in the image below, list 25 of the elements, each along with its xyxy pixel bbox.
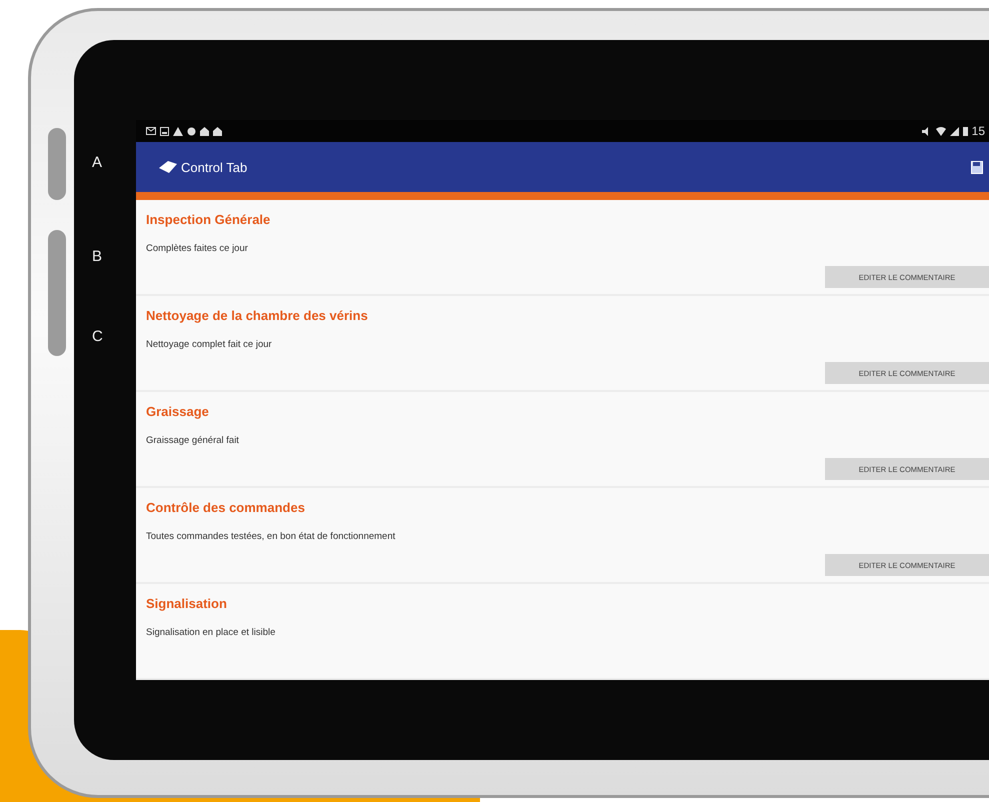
app-logo-icon bbox=[158, 159, 178, 176]
app-title: Control Tab bbox=[181, 160, 248, 175]
side-key bbox=[48, 128, 66, 200]
comment-text: Graissage général fait bbox=[146, 435, 240, 446]
warning-icon bbox=[173, 126, 183, 136]
key-label: B bbox=[92, 249, 103, 265]
section-title: Nettoyage de la chambre des vérins bbox=[146, 308, 369, 323]
section-title: Contrôle des commandes bbox=[146, 500, 306, 515]
circle-icon bbox=[187, 126, 196, 136]
status-time: 15 bbox=[972, 124, 985, 138]
section-title: Signalisation bbox=[146, 596, 228, 611]
comment-text: Nettoyage complet fait ce jour bbox=[146, 339, 273, 350]
section-title: Inspection Générale bbox=[146, 212, 272, 227]
comment-text: Complètes faites ce jour bbox=[146, 243, 249, 254]
signal-icon bbox=[950, 126, 959, 136]
key-label: C bbox=[92, 329, 103, 345]
save-icon[interactable] bbox=[971, 160, 983, 174]
section-title: Graissage bbox=[146, 404, 210, 419]
comment-text: Signalisation en place et lisible bbox=[146, 627, 276, 638]
battery-icon bbox=[962, 126, 968, 136]
image-icon bbox=[160, 126, 169, 136]
comment-text: Toutes commandes testées, en bon état de fonctionnement bbox=[146, 531, 396, 542]
key-label: A bbox=[92, 155, 103, 171]
mail-icon bbox=[146, 127, 156, 136]
wifi-icon bbox=[936, 126, 946, 136]
